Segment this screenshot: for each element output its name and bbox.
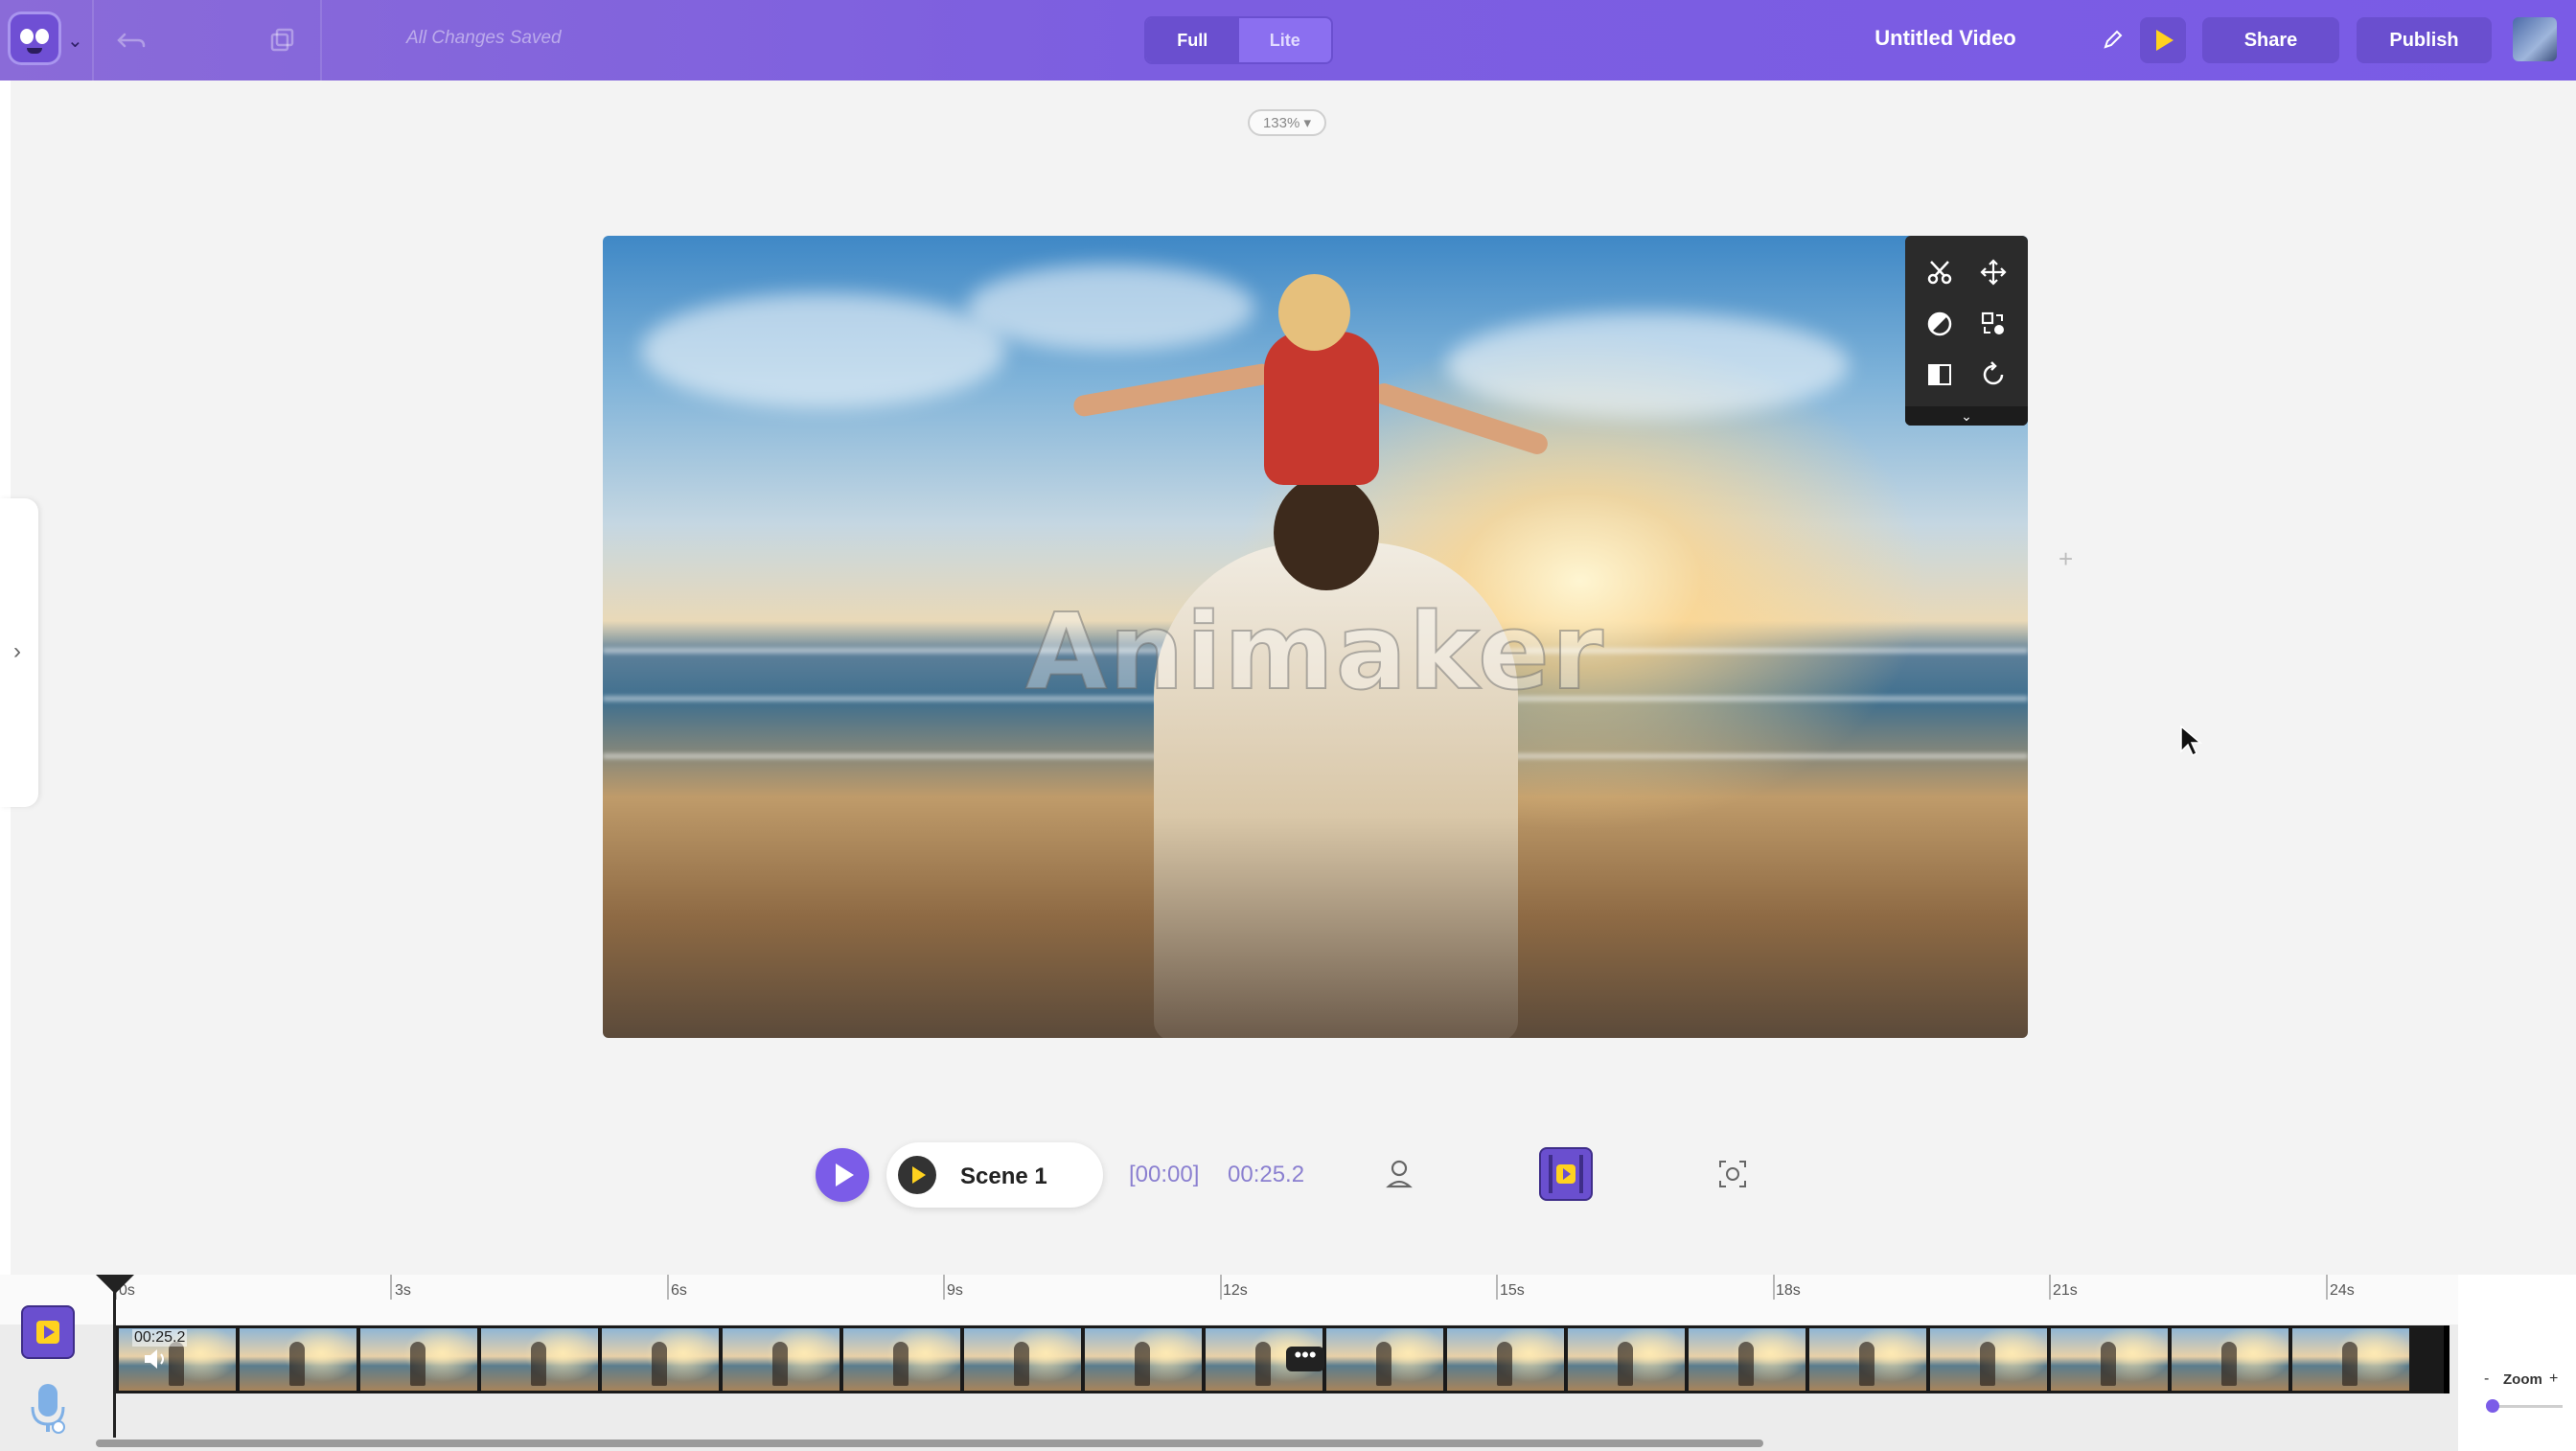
clip-frame <box>2292 1328 2409 1391</box>
chevron-right-icon: › <box>13 638 21 664</box>
logo-dropdown-chevron-icon[interactable]: ⌄ <box>67 29 83 53</box>
clip-frame <box>2172 1328 2288 1391</box>
move-icon[interactable] <box>1976 255 2011 289</box>
mode-toggle[interactable]: Full Lite <box>1144 16 1333 64</box>
clip-frame <box>1930 1328 2047 1391</box>
play-all-button[interactable] <box>816 1148 869 1202</box>
ruler-tick-label: 18s <box>1776 1282 1801 1299</box>
watermark-text: Animaker <box>1024 589 1606 714</box>
toolbar-divider <box>92 0 94 81</box>
ruler-tick <box>2326 1275 2328 1300</box>
ruler-tick <box>2049 1275 2051 1300</box>
play-icon <box>912 1166 926 1184</box>
duplicate-icon[interactable] <box>263 21 301 59</box>
zoom-out-button[interactable]: - <box>2484 1370 2489 1388</box>
expand-panel-tab[interactable]: › <box>0 498 38 807</box>
rotate-icon[interactable] <box>1976 357 2011 392</box>
clip-frame <box>481 1328 598 1391</box>
ruler-tick <box>390 1275 392 1300</box>
mic-icon[interactable] <box>29 1382 67 1436</box>
mode-lite-button[interactable]: Lite <box>1239 18 1332 62</box>
screenshot-icon[interactable] <box>1714 1155 1752 1193</box>
filter-icon[interactable] <box>1922 307 1957 341</box>
sky-cloud <box>1446 312 1849 418</box>
video-canvas[interactable]: Animaker <box>603 236 2028 1038</box>
add-scene-plus-icon[interactable]: + <box>2058 544 2073 574</box>
ruler-tick-label: 6s <box>671 1282 687 1299</box>
play-icon <box>836 1163 854 1186</box>
clip-frame <box>1568 1328 1685 1391</box>
current-time: [00:00] <box>1129 1162 1200 1187</box>
animaker-logo-icon[interactable] <box>8 12 61 65</box>
zoom-label: Zoom <box>2503 1371 2542 1388</box>
collapse-tools-chevron-icon[interactable]: ⌄ <box>1905 406 2028 426</box>
character-icon[interactable] <box>1380 1155 1418 1193</box>
clip-end-handle[interactable] <box>2444 1325 2450 1393</box>
child-head <box>1278 274 1350 351</box>
clip-frame <box>2051 1328 2168 1391</box>
ruler-tick <box>1496 1275 1498 1300</box>
scene-selector[interactable]: Scene 1 <box>886 1142 1103 1208</box>
clip-frame <box>843 1328 960 1391</box>
clip-frame <box>723 1328 840 1391</box>
clip-more-options-button[interactable]: ••• <box>1286 1345 1324 1371</box>
clip-frame <box>1326 1328 1443 1391</box>
ruler-tick-label: 12s <box>1223 1282 1248 1299</box>
child-figure <box>1264 332 1379 485</box>
swap-icon[interactable] <box>1976 307 2011 341</box>
mode-full-button[interactable]: Full <box>1146 18 1239 62</box>
video-clip-track[interactable] <box>115 1325 2449 1393</box>
scene-label: Scene 1 <box>960 1163 1047 1189</box>
share-button[interactable]: Share <box>2202 17 2339 63</box>
ruler-tick-label: 21s <box>2053 1282 2078 1299</box>
video-icon[interactable] <box>1539 1147 1593 1201</box>
clip-frame <box>240 1328 356 1391</box>
ruler-tick <box>1773 1275 1775 1300</box>
zoom-in-button[interactable]: + <box>2549 1370 2558 1388</box>
preview-play-button[interactable] <box>2140 17 2186 63</box>
ruler-tick-label: 9s <box>947 1282 963 1299</box>
flip-icon[interactable] <box>1922 357 1957 392</box>
clip-duration: 00:25.2 <box>132 1329 188 1347</box>
ruler-tick <box>1220 1275 1222 1300</box>
volume-icon[interactable] <box>142 1347 169 1370</box>
video-track-icon[interactable] <box>21 1305 75 1359</box>
item-tool-panel: ⌄ <box>1905 236 2028 426</box>
child-arm-left <box>1071 361 1275 419</box>
total-time: 00:25.2 <box>1228 1162 1305 1187</box>
ruler-tick <box>667 1275 669 1300</box>
save-status-text: All Changes Saved <box>406 28 562 48</box>
pencil-icon[interactable] <box>2101 27 2126 52</box>
clip-frame <box>1085 1328 1202 1391</box>
clip-frame <box>964 1328 1081 1391</box>
sky-cloud <box>967 265 1254 351</box>
mouse-cursor-icon <box>2180 725 2202 757</box>
ruler-tick-label: 24s <box>2330 1282 2355 1299</box>
canvas-zoom-dropdown[interactable]: 133% ▾ <box>1248 109 1326 136</box>
preview-play-icon <box>2156 30 2174 51</box>
toolbar-divider <box>320 0 322 81</box>
father-head <box>1274 475 1379 590</box>
sky-cloud <box>641 293 1005 408</box>
ruler-tick-label: 3s <box>395 1282 411 1299</box>
clip-frame <box>1447 1328 1564 1391</box>
scissors-icon[interactable] <box>1922 255 1957 289</box>
publish-button[interactable]: Publish <box>2357 17 2492 63</box>
clip-frame <box>360 1328 477 1391</box>
ruler-tick <box>943 1275 945 1300</box>
video-title[interactable]: Untitled Video <box>1821 26 2070 51</box>
playhead-line <box>113 1275 116 1438</box>
zoom-slider-track[interactable] <box>2490 1405 2563 1408</box>
timeline-zoom-panel <box>2458 1275 2576 1451</box>
zoom-slider-knob[interactable] <box>2486 1399 2499 1413</box>
top-bar: ⌄ All Changes Saved Full Lite Untitled V… <box>0 0 2576 81</box>
clip-frame <box>1809 1328 1926 1391</box>
undo-icon[interactable] <box>113 21 151 59</box>
user-avatar[interactable] <box>2513 17 2557 61</box>
ruler-tick-label: 15s <box>1500 1282 1525 1299</box>
clip-frame <box>1689 1328 1806 1391</box>
clip-frame <box>602 1328 719 1391</box>
scene-play-button[interactable] <box>898 1156 936 1194</box>
timeline-scrollbar[interactable] <box>96 1439 1763 1447</box>
